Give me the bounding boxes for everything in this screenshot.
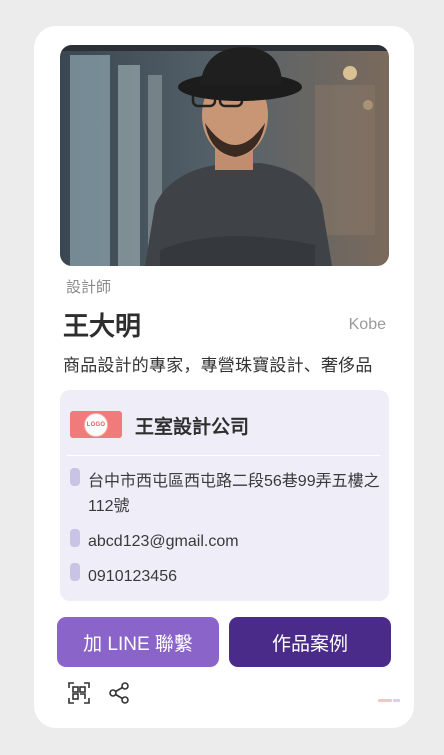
company-name: 王室設計公司 — [135, 417, 250, 438]
watermark-mark — [378, 690, 400, 702]
logo-text: LOGO — [86, 421, 106, 428]
address-marker — [70, 468, 80, 486]
nickname: Kobe — [348, 316, 386, 333]
email-text[interactable]: abcd123@gmail.com — [88, 529, 239, 554]
email-marker — [70, 529, 80, 547]
phone-text[interactable]: 0910123456 — [88, 564, 177, 589]
company-logo: LOGO — [70, 411, 122, 438]
divider — [67, 455, 380, 456]
add-line-button[interactable]: 加 LINE 聯繫 — [57, 617, 219, 667]
job-title: 設計師 — [66, 279, 112, 296]
bio-text: 商品設計的專家，專營珠寶設計、奢侈品 — [63, 356, 373, 375]
profile-photo — [60, 45, 389, 266]
portfolio-button[interactable]: 作品案例 — [229, 617, 391, 667]
share-icon[interactable] — [107, 681, 131, 705]
logo-badge: LOGO — [84, 412, 108, 437]
address-text[interactable]: 台中市西屯區西屯路二段56巷99弄五樓之112號 — [88, 469, 380, 519]
qr-code-icon[interactable] — [67, 681, 91, 705]
phone-marker — [70, 563, 80, 581]
person-name: 王大明 — [63, 311, 142, 341]
